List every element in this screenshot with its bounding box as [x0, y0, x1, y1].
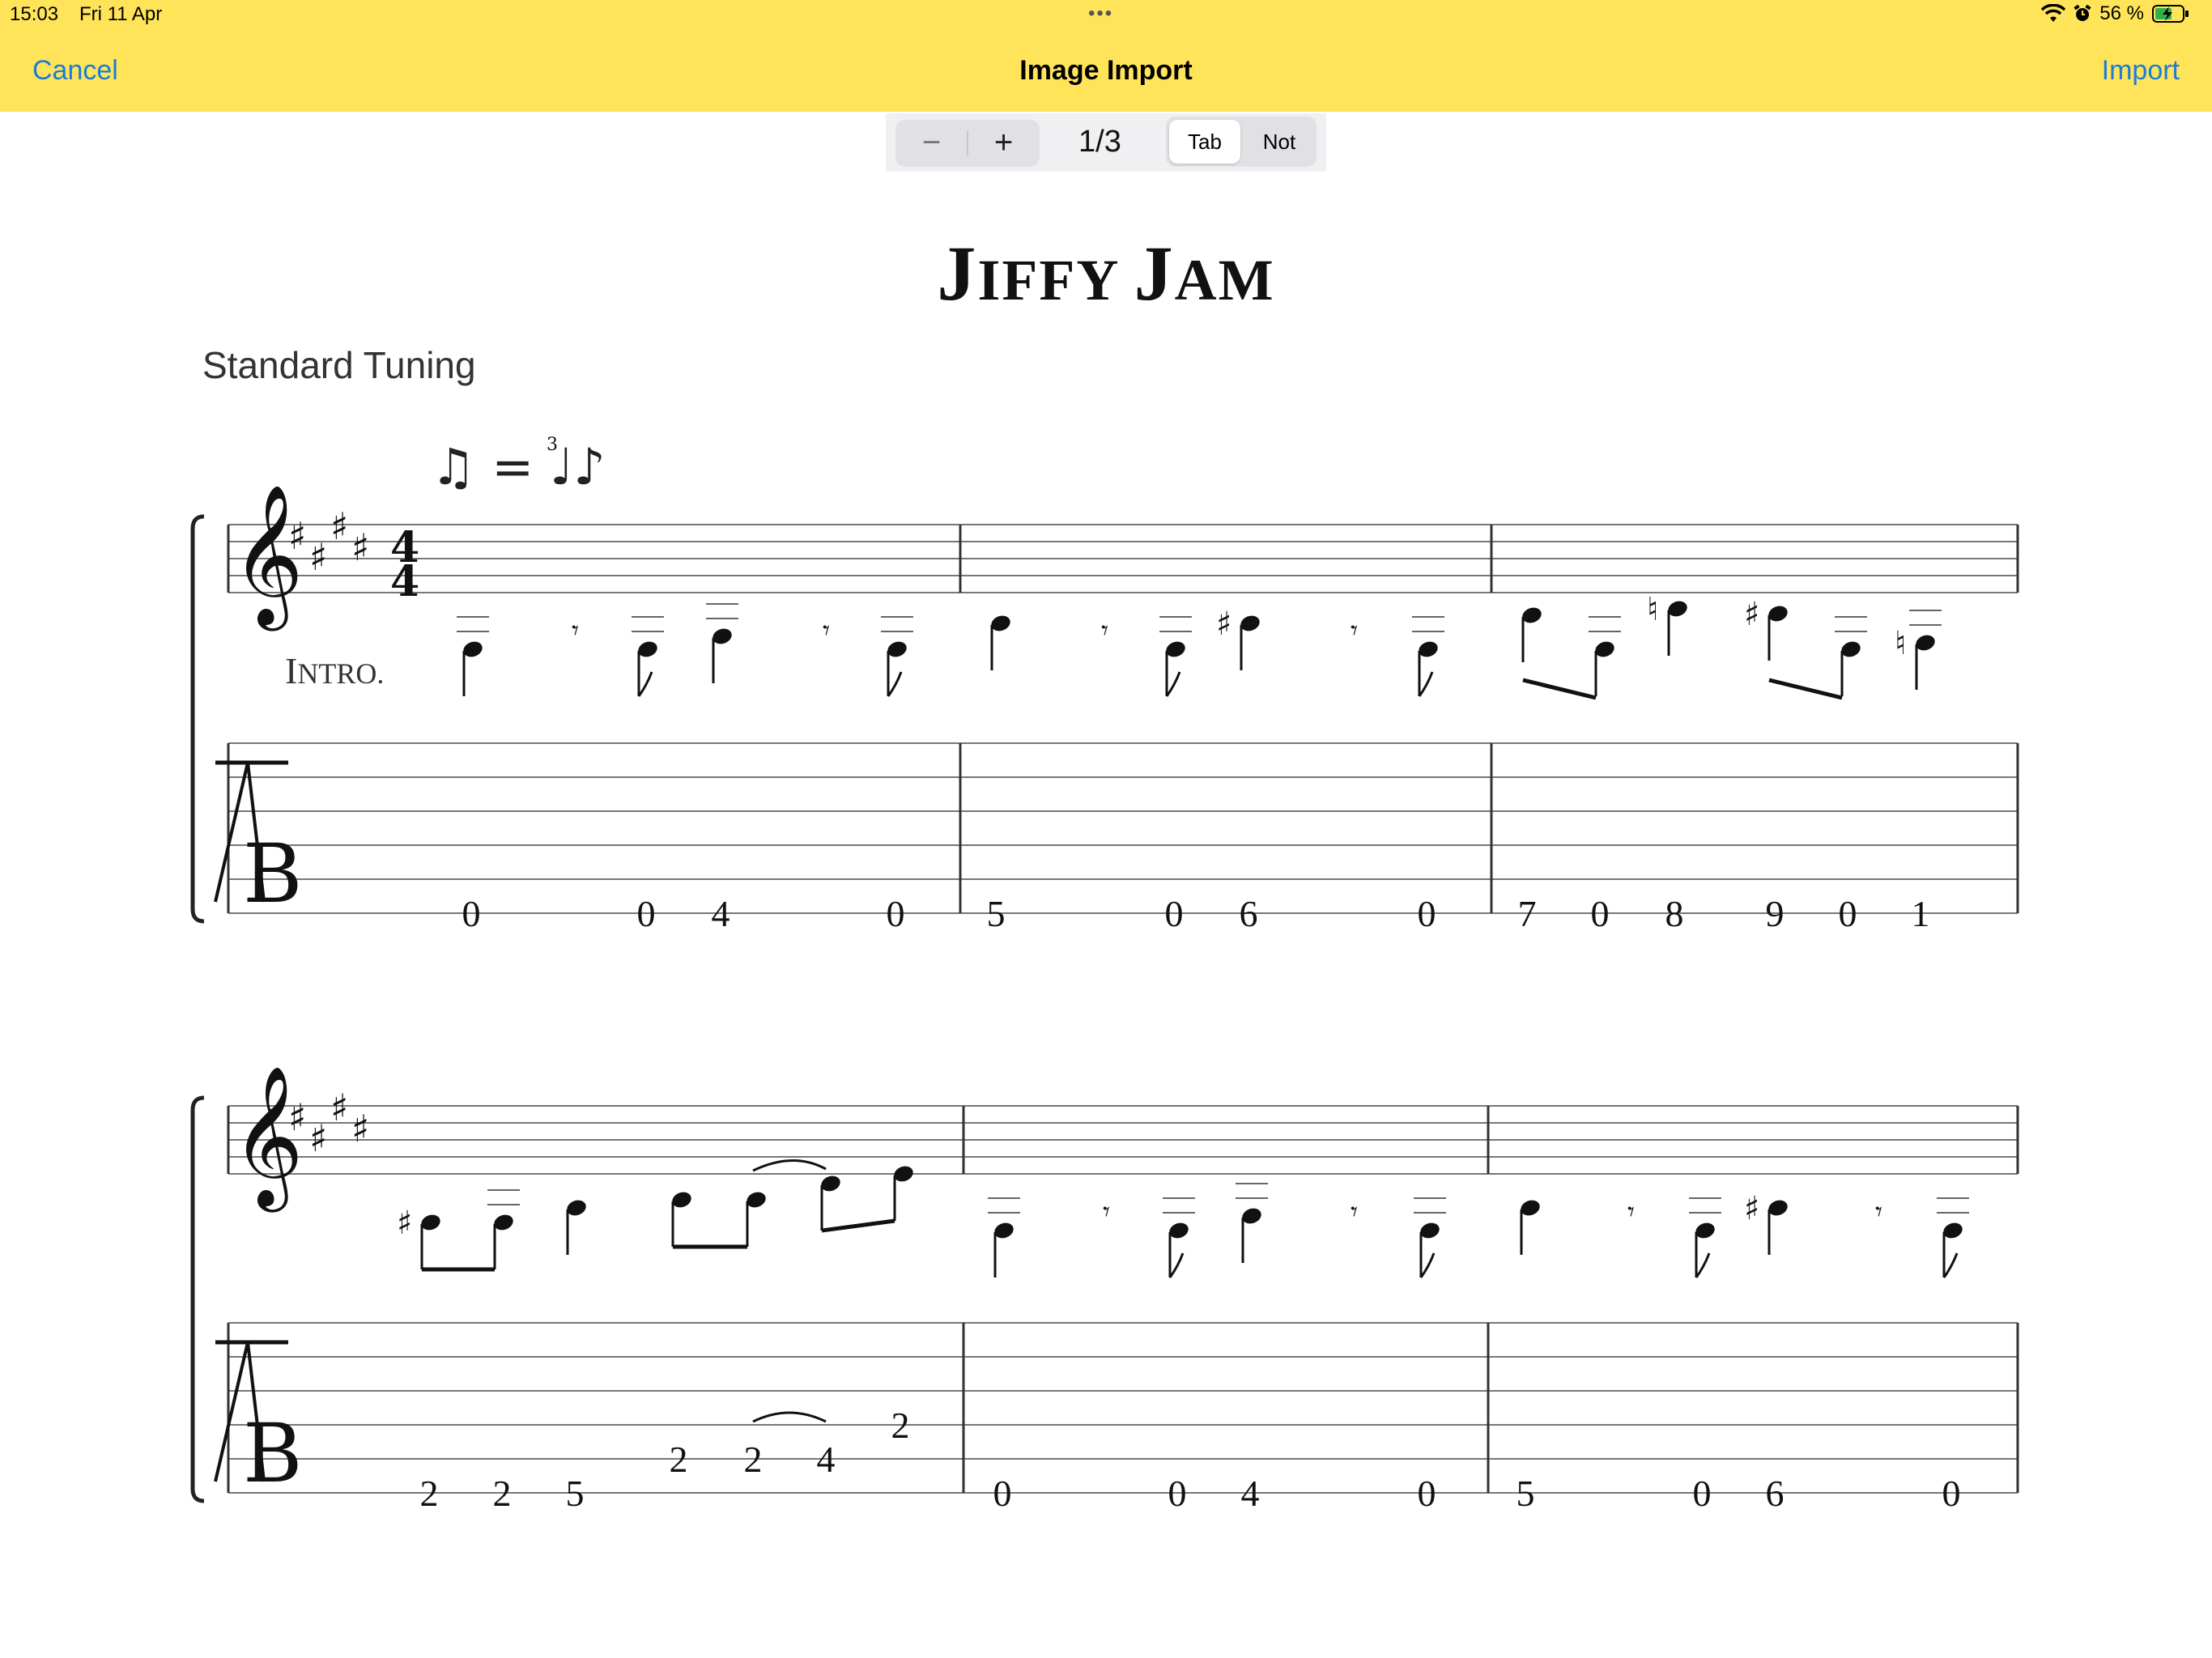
- tab-slur: [752, 1411, 827, 1423]
- note: [1835, 616, 1867, 696]
- note: [1236, 1183, 1268, 1263]
- tab-fret-number: 5: [987, 893, 1006, 934]
- note: [881, 616, 913, 697]
- eighth-rest: 𝄾: [1875, 1196, 1882, 1228]
- sharp-icon: ♯: [309, 1116, 327, 1160]
- note: [1689, 1197, 1721, 1278]
- sharp-icon: ♯: [397, 1205, 412, 1242]
- note: [671, 1192, 691, 1247]
- note: [1589, 616, 1621, 696]
- tab-fret-number: 2: [420, 1473, 439, 1514]
- note: [988, 1197, 1020, 1278]
- sharp-icon: ♯: [1744, 1190, 1759, 1227]
- eighth-rest: 𝄾: [1101, 614, 1108, 647]
- sharp-icon: ♯: [1216, 606, 1231, 643]
- tab-fret-number: 0: [1591, 893, 1610, 934]
- note: [1520, 1200, 1540, 1255]
- note: ♮: [1647, 591, 1687, 656]
- beam: [1522, 678, 1597, 700]
- note: ♯: [1744, 1190, 1788, 1255]
- tab-fret-number: 8: [1665, 893, 1684, 934]
- note: ♮: [1895, 610, 1942, 690]
- tab-fret-number: 5: [1516, 1473, 1535, 1514]
- time-signature: 4: [390, 557, 419, 606]
- tab-fret-number: 9: [1766, 893, 1784, 934]
- eighth-rest: 𝄾: [1351, 1196, 1358, 1228]
- sharp-icon: ♯: [351, 1107, 369, 1150]
- eighth-rest: 𝄾: [823, 614, 830, 647]
- system-bracket: [190, 1095, 205, 1503]
- staff-slur: [752, 1159, 827, 1172]
- tab-fret-number: 4: [712, 893, 730, 934]
- tab-fret-number: 0: [462, 893, 481, 934]
- sharp-icon: ♯: [1744, 596, 1759, 633]
- tab-fret-number: 2: [744, 1439, 763, 1480]
- treble-clef-icon: 𝄞: [232, 484, 304, 631]
- beam: [1768, 678, 1843, 700]
- note: [820, 1175, 840, 1231]
- tab-fret-number: 6: [1240, 893, 1258, 934]
- note: [632, 616, 664, 697]
- tab-fret-number: 5: [566, 1473, 585, 1514]
- sharp-icon: ♯: [351, 525, 369, 569]
- tab-fret-number: 0: [1168, 1473, 1187, 1514]
- tab-fret-number: 0: [993, 1473, 1012, 1514]
- svg-text:B: B: [243, 1406, 303, 1501]
- note: [746, 1192, 766, 1247]
- sharp-icon: ♯: [309, 535, 327, 579]
- eighth-rest: 𝄾: [1103, 1196, 1110, 1228]
- triplet-number: 3: [547, 435, 558, 455]
- score-notation: 𝄞♯ ♯♯ ♯B44𝄞♯ ♯♯ ♯B ♯ ♮ ♯♮𝄾 𝄾 𝄾 𝄾♯ ♯𝄾 𝄾 𝄾 𝄾 0040506070…: [190, 435, 2019, 1514]
- sharp-icon: ♯: [288, 1095, 306, 1139]
- tab-fret-number: 0: [1693, 1473, 1712, 1514]
- note: [566, 1200, 586, 1255]
- tab-fret-number: 4: [1241, 1473, 1260, 1514]
- note: ♯: [397, 1205, 440, 1269]
- treble-clef-icon: 𝄞: [232, 1065, 304, 1213]
- tab-fret-number: 2: [493, 1473, 512, 1514]
- tab-fret-number: 0: [887, 893, 905, 934]
- note: [1414, 1197, 1446, 1278]
- note: [457, 616, 489, 696]
- tab-fret-number: 2: [670, 1439, 688, 1480]
- tab-fret-number: 7: [1518, 893, 1537, 934]
- note: [893, 1166, 913, 1221]
- natural-icon: ♮: [1647, 591, 1658, 628]
- note: [1163, 1197, 1195, 1278]
- tab-fret-number: 0: [637, 893, 656, 934]
- system-bracket: [190, 514, 205, 924]
- note: [1412, 616, 1444, 697]
- tab-fret-number: 0: [1165, 893, 1184, 934]
- sharp-icon: ♯: [330, 1086, 348, 1129]
- eighth-rest: 𝄾: [1351, 614, 1358, 647]
- note: [1937, 1197, 1969, 1278]
- tab-fret-number: 0: [1418, 1473, 1436, 1514]
- tab-fret-number: 2: [891, 1405, 910, 1446]
- natural-icon: ♮: [1895, 625, 1906, 662]
- note: [487, 1189, 520, 1269]
- tab-numbers: 0 0 4 0 5 0 6 0 7 0 8 9 0 1 2 2 5 2 2 4 2 0 0 4 0 5 0 6 0: [420, 893, 1961, 1514]
- svg-text:B: B: [243, 827, 303, 921]
- note: [706, 603, 738, 683]
- note: ♯: [1216, 606, 1260, 670]
- tab-fret-number: 1: [1912, 893, 1930, 934]
- eighth-rest: 𝄾: [1627, 1196, 1635, 1228]
- sharp-icon: ♯: [330, 504, 348, 548]
- note: ♯: [1744, 596, 1788, 661]
- note: [990, 615, 1010, 670]
- note: [1521, 607, 1542, 662]
- tab-fret-number: 4: [817, 1439, 836, 1480]
- beam: [821, 1218, 895, 1233]
- note: [1159, 616, 1192, 697]
- tab-fret-number: 0: [1418, 893, 1436, 934]
- eighth-rest: 𝄾: [572, 614, 579, 647]
- sharp-icon: ♯: [288, 514, 306, 558]
- tab-fret-number: 0: [1942, 1473, 1961, 1514]
- tab-fret-number: 6: [1766, 1473, 1784, 1514]
- tab-fret-number: 0: [1839, 893, 1857, 934]
